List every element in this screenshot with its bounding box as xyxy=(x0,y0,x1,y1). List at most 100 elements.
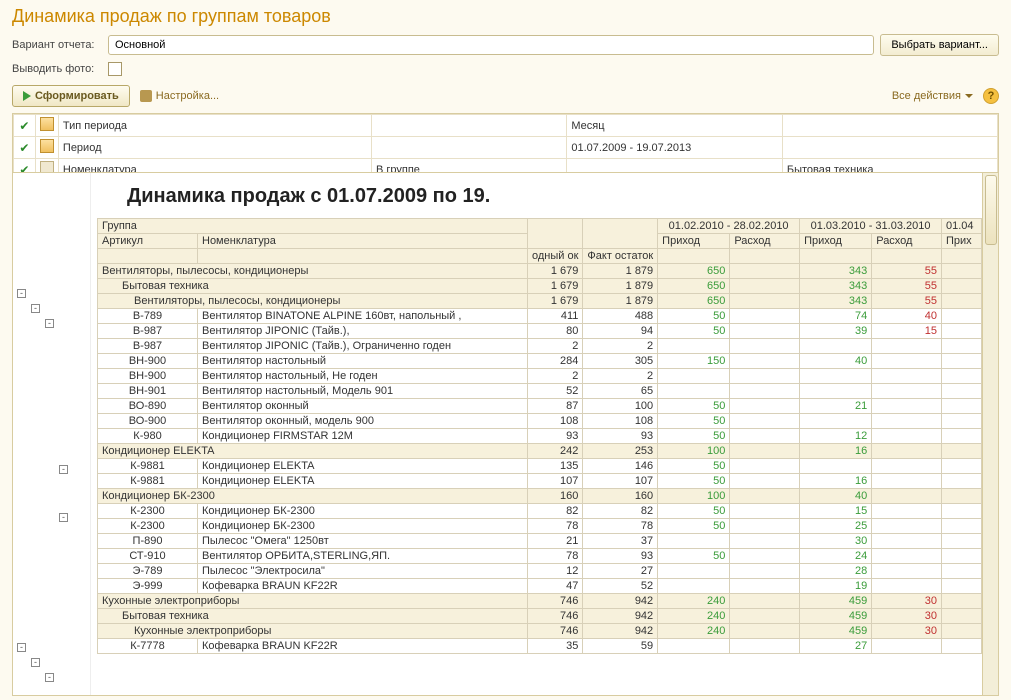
cell: 1 679 xyxy=(528,264,583,279)
all-actions-label: Все действия xyxy=(892,90,961,102)
table-row: ВН-901Вентилятор настольный, Модель 9015… xyxy=(98,384,982,399)
row-article: ВО-900 xyxy=(98,414,198,429)
variant-input[interactable] xyxy=(108,35,874,55)
cell-out xyxy=(872,534,942,549)
cell-in xyxy=(658,579,730,594)
cell xyxy=(942,639,982,654)
row-name: Вентилятор ОРБИТА,STERLING,ЯП. xyxy=(198,549,528,564)
cell-in: 50 xyxy=(658,399,730,414)
cell-in: 16 xyxy=(800,444,872,459)
table-row: Э-999Кофеварка BRAUN KF22R475219 xyxy=(98,579,982,594)
row-name: Кондиционер БК-2300 xyxy=(98,489,528,504)
cell-out xyxy=(872,414,942,429)
filter-val[interactable]: Месяц xyxy=(567,115,782,137)
select-variant-button[interactable]: Выбрать вариант... xyxy=(880,34,999,56)
row-name: Вентилятор BINATONE ALPINE 160вт, наполь… xyxy=(198,309,528,324)
cell-in xyxy=(658,369,730,384)
cell: 78 xyxy=(528,549,583,564)
row-article: П-890 xyxy=(98,534,198,549)
cell xyxy=(942,264,982,279)
row-article: ВО-890 xyxy=(98,399,198,414)
check-icon[interactable]: ✔ xyxy=(19,141,29,155)
check-icon[interactable]: ✔ xyxy=(19,119,29,133)
tree-toggle[interactable]: - xyxy=(17,643,26,652)
cell: 942 xyxy=(583,594,658,609)
cell xyxy=(942,444,982,459)
row-name: Бытовая техника xyxy=(98,609,528,624)
generate-button[interactable]: Сформировать xyxy=(12,85,130,107)
cell xyxy=(942,429,982,444)
table-row: К-2300Кондиционер БК-230078785025 xyxy=(98,519,982,534)
cell-out xyxy=(872,504,942,519)
filter-cond[interactable] xyxy=(371,137,566,159)
page-title: Динамика продаж по группам товаров xyxy=(0,0,1011,31)
filter-cond[interactable] xyxy=(371,115,566,137)
tree-toggle[interactable]: - xyxy=(31,658,40,667)
filter-val2[interactable] xyxy=(782,115,997,137)
cell: 488 xyxy=(583,309,658,324)
tree-toggle[interactable]: - xyxy=(45,673,54,682)
scrollbar-thumb[interactable] xyxy=(985,175,997,245)
row-name: Вентилятор настольный xyxy=(198,354,528,369)
row-name: Кондиционер ELEKTA xyxy=(198,474,528,489)
cell-out xyxy=(730,429,800,444)
cell-out: 30 xyxy=(872,594,942,609)
table-row: ВН-900Вентилятор настольный28430515040 xyxy=(98,354,982,369)
filter-val[interactable]: 01.07.2009 - 19.07.2013 xyxy=(567,137,782,159)
cell: 746 xyxy=(528,624,583,639)
cell xyxy=(942,309,982,324)
cell xyxy=(942,384,982,399)
cell-in: 39 xyxy=(800,324,872,339)
cell-out: 30 xyxy=(872,609,942,624)
filter-label[interactable]: Тип периода xyxy=(58,115,371,137)
filter-val2[interactable] xyxy=(782,137,997,159)
tree-toggle[interactable]: - xyxy=(59,465,68,474)
row-article: К-7778 xyxy=(98,639,198,654)
table-row: П-890Пылесос "Омега" 1250вт213730 xyxy=(98,534,982,549)
filter-label[interactable]: Период xyxy=(58,137,371,159)
settings-link[interactable]: Настройка... xyxy=(140,90,219,102)
cell-out xyxy=(730,264,800,279)
cell: 146 xyxy=(583,459,658,474)
table-row: В-987Вентилятор JIPONIC (Тайв.), Огранич… xyxy=(98,339,982,354)
tree-toggle[interactable]: - xyxy=(59,513,68,522)
cell: 160 xyxy=(528,489,583,504)
cell-in: 650 xyxy=(658,279,730,294)
tree-toggle[interactable]: - xyxy=(17,289,26,298)
cell-in: 459 xyxy=(800,624,872,639)
vertical-scrollbar[interactable] xyxy=(982,173,998,695)
cell-out xyxy=(730,339,800,354)
row-article: К-2300 xyxy=(98,519,198,534)
cell: 87 xyxy=(528,399,583,414)
tree-toggle[interactable]: - xyxy=(45,319,54,328)
cell-in: 50 xyxy=(658,459,730,474)
row-name: Кондиционер FIRMSTAR 12M xyxy=(198,429,528,444)
photo-checkbox[interactable] xyxy=(108,62,122,76)
generate-label: Сформировать xyxy=(35,90,119,102)
help-icon[interactable]: ? xyxy=(983,88,999,104)
row-name: Вентиляторы, пылесосы, кондиционеры xyxy=(98,264,528,279)
cell-out xyxy=(872,339,942,354)
tree-toggle[interactable]: - xyxy=(31,304,40,313)
cell: 1 679 xyxy=(528,294,583,309)
cell-out: 15 xyxy=(872,324,942,339)
row-article: Э-789 xyxy=(98,564,198,579)
table-row: К-7778Кофеварка BRAUN KF22R355927 xyxy=(98,639,982,654)
table-row: ВО-900Вентилятор оконный, модель 9001081… xyxy=(98,414,982,429)
cell: 59 xyxy=(583,639,658,654)
cell-out xyxy=(730,474,800,489)
cell-in xyxy=(658,534,730,549)
cell-in: 50 xyxy=(658,504,730,519)
cell: 1 879 xyxy=(583,294,658,309)
cell-out xyxy=(730,489,800,504)
all-actions-dropdown[interactable]: Все действия xyxy=(892,90,973,102)
cell xyxy=(942,474,982,489)
row-name: Кофеварка BRAUN KF22R xyxy=(198,579,528,594)
cell-in xyxy=(800,459,872,474)
cell-out xyxy=(730,519,800,534)
cell-in: 650 xyxy=(658,294,730,309)
cell-in: 240 xyxy=(658,609,730,624)
cell xyxy=(942,354,982,369)
cell-in: 15 xyxy=(800,504,872,519)
row-name: Кондиционер БК-2300 xyxy=(198,504,528,519)
